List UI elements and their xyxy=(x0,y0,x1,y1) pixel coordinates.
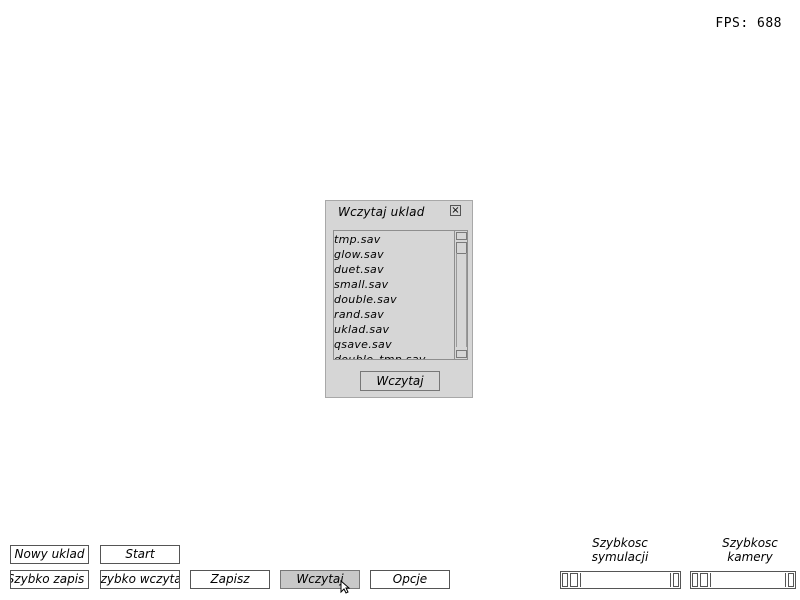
list-item[interactable]: qsave.sav xyxy=(334,337,456,352)
quick-load-button[interactable]: Szybko wczyta xyxy=(100,570,180,589)
camera-speed-thumb[interactable] xyxy=(700,573,708,587)
options-button[interactable]: Opcje xyxy=(370,570,450,589)
camera-speed-label: Szybkosc kamery xyxy=(722,536,778,564)
file-list-items: tmp.sav glow.sav duet.sav small.sav doub… xyxy=(334,232,456,359)
simulation-speed-label: Szybkosc symulacji xyxy=(591,536,649,564)
file-list[interactable]: tmp.sav glow.sav duet.sav small.sav doub… xyxy=(333,230,468,360)
fps-counter: FPS: 688 xyxy=(715,16,782,31)
scroll-track[interactable] xyxy=(456,253,467,347)
dialog-title: Wczytaj uklad xyxy=(338,205,425,219)
list-item[interactable]: rand.sav xyxy=(334,307,456,322)
list-item[interactable]: small.sav xyxy=(334,277,456,292)
new-layout-button[interactable]: Nowy uklad xyxy=(10,545,89,564)
simulation-speed-slider[interactable] xyxy=(560,571,681,589)
file-list-scrollbar[interactable] xyxy=(454,231,467,359)
quick-save-button[interactable]: Szybko zapis xyxy=(10,570,89,589)
slider-right-cap xyxy=(788,573,794,587)
start-button[interactable]: Start xyxy=(100,545,180,564)
dialog-load-button[interactable]: Wczytaj xyxy=(360,371,440,391)
slider-track[interactable] xyxy=(710,573,786,587)
list-item[interactable]: duet.sav xyxy=(334,262,456,277)
camera-speed-slider[interactable] xyxy=(690,571,796,589)
list-item[interactable]: tmp.sav xyxy=(334,232,456,247)
list-item[interactable]: glow.sav xyxy=(334,247,456,262)
list-item[interactable]: uklad.sav xyxy=(334,322,456,337)
mouse-cursor-icon xyxy=(340,580,350,594)
save-button[interactable]: Zapisz xyxy=(190,570,270,589)
load-layout-dialog: Wczytaj uklad × tmp.sav glow.sav duet.sa… xyxy=(325,200,473,398)
slider-left-cap xyxy=(562,573,568,587)
slider-track[interactable] xyxy=(580,573,671,587)
simulation-speed-thumb[interactable] xyxy=(570,573,578,587)
scroll-up-icon[interactable] xyxy=(456,232,467,240)
slider-left-cap xyxy=(692,573,698,587)
slider-right-cap xyxy=(673,573,679,587)
scroll-down-icon[interactable] xyxy=(456,350,467,358)
list-item[interactable]: double_tmp.sav xyxy=(334,352,456,359)
close-icon[interactable]: × xyxy=(450,205,461,216)
list-item[interactable]: double.sav xyxy=(334,292,456,307)
